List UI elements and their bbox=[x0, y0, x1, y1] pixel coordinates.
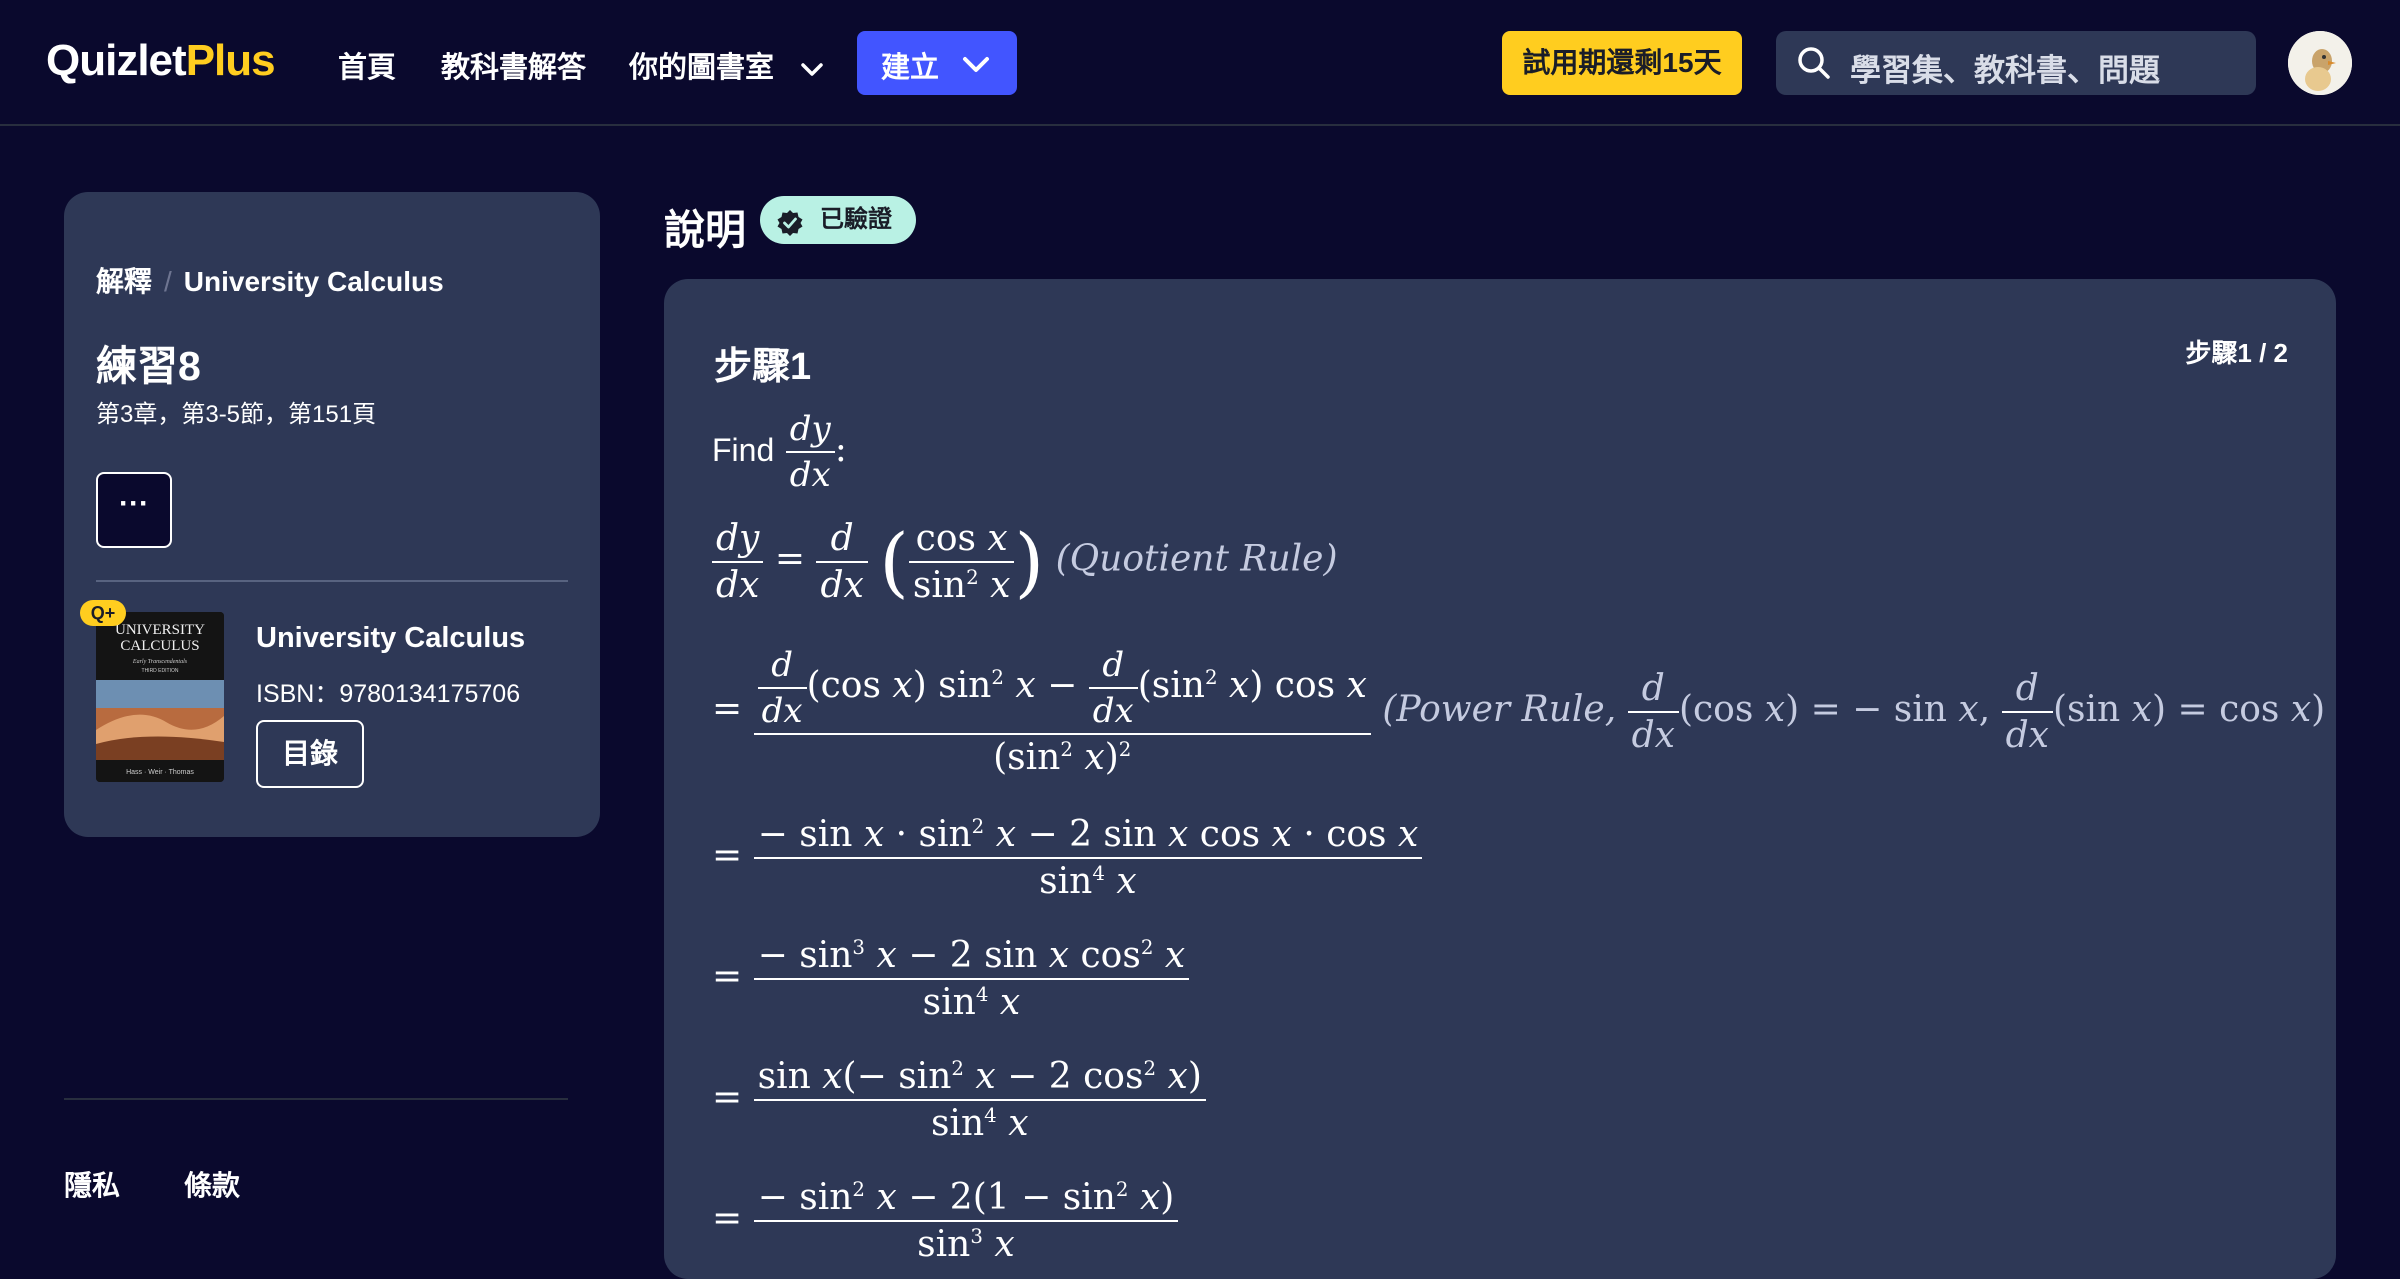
math-find-line: Find dy dx: bbox=[712, 409, 847, 495]
search-input[interactable]: 學習集、教科書、問題 bbox=[1776, 31, 2256, 95]
nav-library-label: 你的圖書室 bbox=[629, 52, 775, 84]
step-title: 步驟1 bbox=[714, 346, 812, 388]
chevron-down-icon bbox=[961, 51, 991, 84]
trial-remaining-button[interactable]: 試用期還剩15天 bbox=[1502, 31, 1742, 95]
logo-text: Quizlet bbox=[46, 36, 187, 85]
create-button-label: 建立 bbox=[881, 52, 940, 84]
cover-edition: THIRD EDITION bbox=[142, 668, 179, 674]
power-rule-note: (Power Rule, d dx (cos x) = − sin x, d dx (s… bbox=[1382, 667, 2326, 756]
search-placeholder: 學習集、教科書、問題 bbox=[1850, 53, 2160, 88]
quizlet-plus-logo[interactable]: QuizletPlus bbox=[46, 36, 276, 86]
breadcrumb-root-link[interactable]: 解釋 bbox=[96, 266, 152, 297]
breadcrumb-separator: / bbox=[164, 266, 172, 297]
book-cover-image[interactable]: UNIVERSITY CALCULUS Early Transcendental… bbox=[96, 612, 224, 782]
nav-home-link[interactable]: 首頁 bbox=[338, 44, 396, 86]
more-options-button[interactable]: ··· bbox=[96, 472, 172, 548]
exercise-location: 第3章，第3-5節，第151頁 bbox=[96, 401, 377, 428]
verified-label: 已驗證 bbox=[820, 206, 892, 233]
divider bbox=[96, 580, 568, 582]
breadcrumb-book-link[interactable]: University Calculus bbox=[184, 266, 444, 297]
chevron-down-icon bbox=[800, 53, 824, 86]
find-label: Find bbox=[712, 432, 775, 468]
search-icon bbox=[1796, 45, 1832, 86]
user-avatar[interactable] bbox=[2288, 31, 2352, 95]
verified-badge: 已驗證 bbox=[760, 196, 916, 244]
math-quotient-rule-line: dy dx = d dx (cos x sin2 x) (Quotient Rule) bbox=[712, 517, 1338, 606]
explanation-heading: 說明 bbox=[664, 207, 746, 253]
create-button[interactable]: 建立 bbox=[857, 31, 1017, 95]
exercise-info-card: 解釋 / University Calculus 練習8 第3章，第3-5節，第15… bbox=[64, 192, 600, 837]
step-counter: 步驟1 / 2 bbox=[2185, 338, 2288, 368]
math-step-line-7: = − sin2 x − 2(1 − sin2 x) sin3 x bbox=[712, 1177, 1179, 1265]
top-navigation-bar: QuizletPlus 首頁 教科書解答 你的圖書室 建立 試用期還剩15天 學… bbox=[0, 0, 2400, 126]
footer-divider bbox=[64, 1098, 568, 1100]
table-of-contents-button[interactable]: 目錄 bbox=[256, 720, 364, 788]
cover-title-line1: UNIVERSITY bbox=[115, 622, 205, 638]
nav-textbook-solutions-link[interactable]: 教科書解答 bbox=[441, 44, 586, 86]
nav-library-dropdown[interactable]: 你的圖書室 bbox=[629, 44, 824, 86]
cover-authors: Hass · Weir · Thomas bbox=[126, 769, 194, 776]
math-step-line-4: = − sin x · sin2 x − 2 sin x cos x · cos… bbox=[712, 814, 1423, 902]
book-isbn: ISBN：9780134175706 bbox=[256, 680, 521, 708]
logo-plus-text: Plus bbox=[185, 36, 276, 85]
power-rule-label: (Power Rule, bbox=[1382, 688, 1617, 730]
breadcrumb: 解釋 / University Calculus bbox=[96, 260, 444, 300]
math-power-rule-line: = d dx (cos x) sin2 x − d dx (sin2 x) cos x … bbox=[712, 645, 2326, 778]
quotient-rule-note: (Quotient Rule) bbox=[1055, 538, 1338, 580]
privacy-link[interactable]: 隱私 bbox=[64, 1164, 120, 1204]
terms-link[interactable]: 條款 bbox=[184, 1164, 240, 1204]
cover-title-line2: CALCULUS bbox=[120, 638, 199, 654]
quizlet-plus-badge: Q+ bbox=[80, 600, 126, 626]
solution-step-card: 步驟1 步驟1 / 2 Find dy dx: dy dx = d dx (cos x… bbox=[664, 279, 2336, 1279]
math-step-line-5: = − sin3 x − 2 sin x cos2 x sin4 x bbox=[712, 935, 1190, 1023]
math-step-line-6: = sin x(− sin2 x − 2 cos2 x) sin4 x bbox=[712, 1056, 1206, 1144]
book-title-link[interactable]: University Calculus bbox=[256, 622, 525, 655]
exercise-title: 練習8 bbox=[96, 343, 201, 389]
cover-subtitle: Early Transcendentals bbox=[132, 659, 188, 665]
verified-check-icon bbox=[776, 206, 804, 254]
